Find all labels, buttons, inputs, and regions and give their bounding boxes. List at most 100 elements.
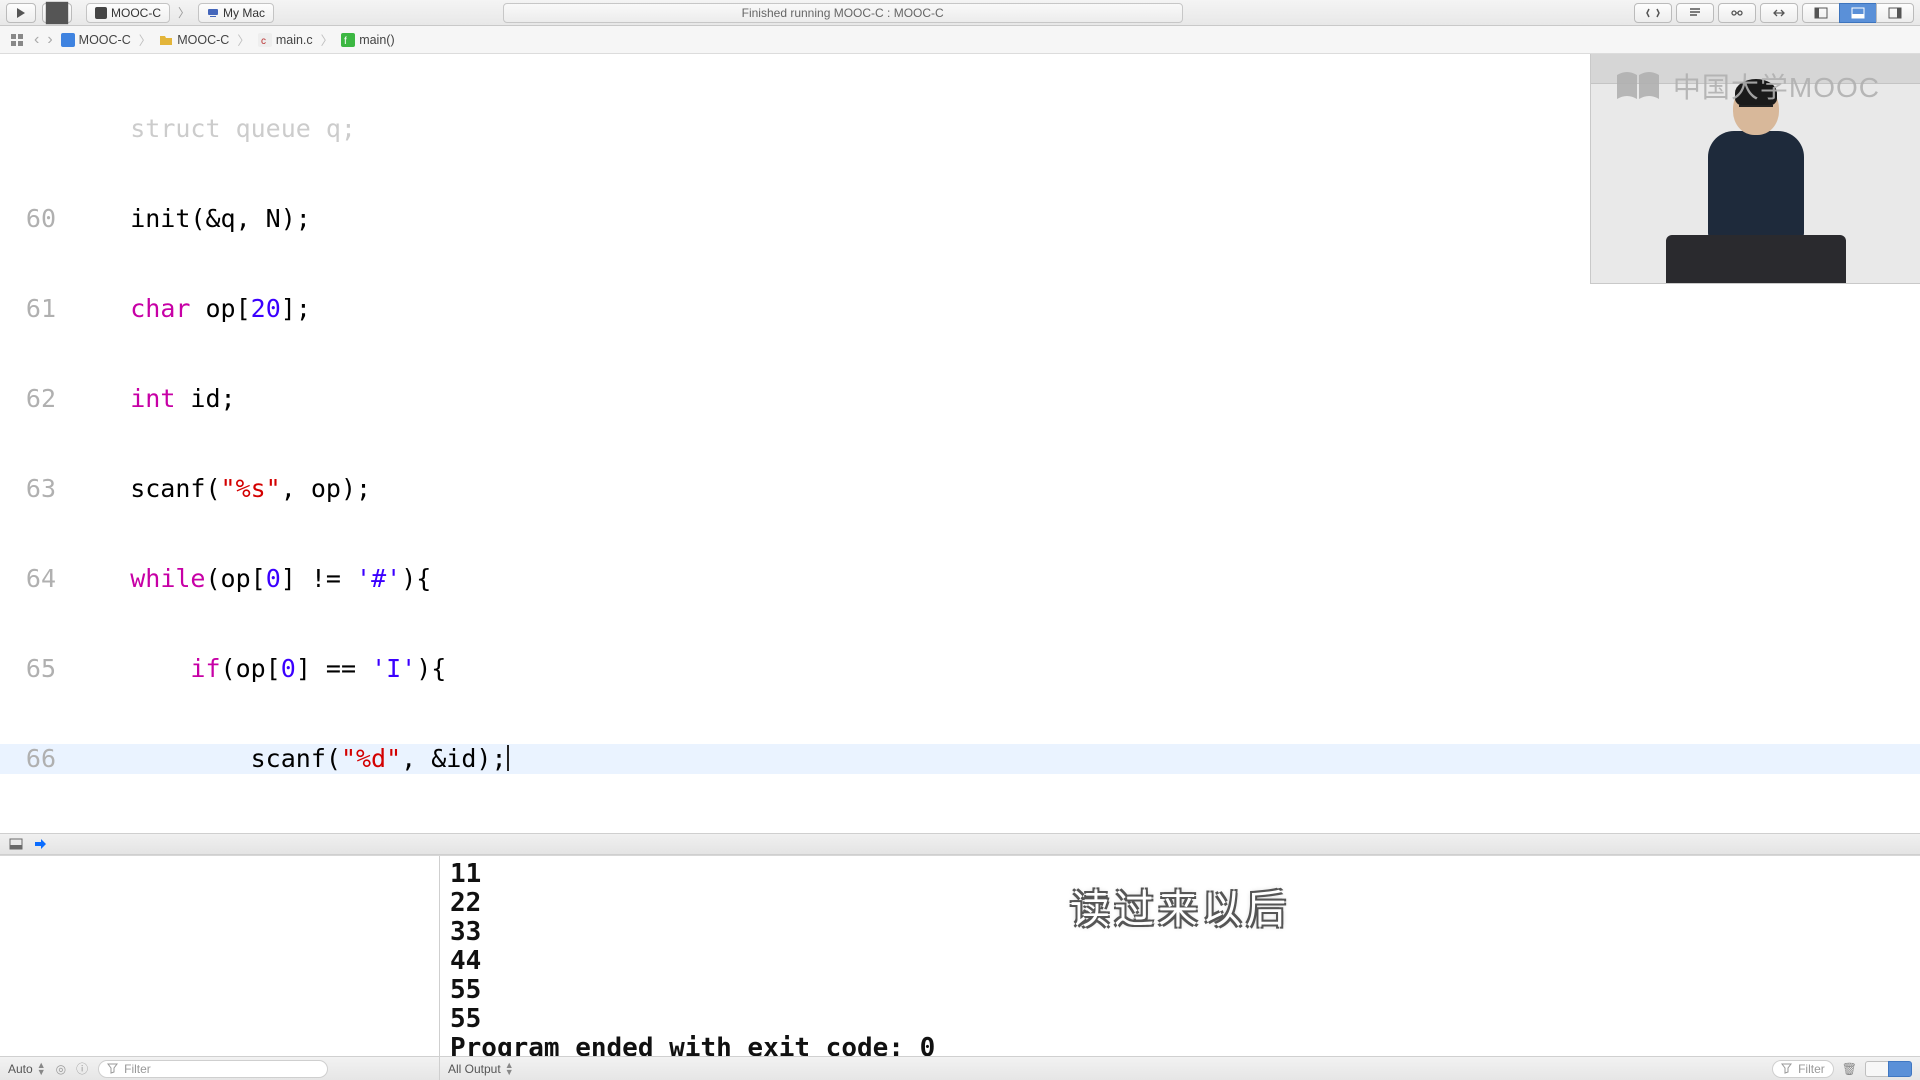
scheme-chevron-icon: 〉 [176,4,192,21]
text-cursor [507,745,509,771]
variables-bottom-bar: Auto ▲▼ ◎ ⓘ Filter [0,1056,439,1080]
back-button[interactable]: ‹ [32,31,41,49]
show-console-button[interactable] [1888,1061,1912,1077]
code-review-button[interactable] [1718,3,1756,23]
toggle-navigator-button[interactable] [1802,3,1840,23]
variables-scope-selector[interactable]: Auto ▲▼ [8,1062,46,1076]
code-text: while [130,564,205,593]
code-text: char [130,294,190,323]
folder-icon [159,33,173,47]
code-snippets-button[interactable] [1634,3,1672,23]
console-line: 55 [450,1005,1910,1034]
chevron-right-icon: 〉 [137,30,154,49]
code-text: "%d" [341,744,401,773]
mac-icon [207,7,219,19]
show-vars-button[interactable] [1865,1061,1889,1077]
chevron-right-icon: 〉 [235,30,252,49]
code-text: , &id); [401,744,506,773]
code-text: ] == [296,654,371,683]
code-text: 0 [281,654,296,683]
debug-toolbar [0,833,1920,855]
filter-placeholder: Filter [124,1062,151,1076]
stop-button[interactable] [42,3,72,23]
console-line: 22 [450,889,1910,918]
console-line: 11 [450,860,1910,889]
code-text: struct queue q; [130,114,356,143]
continue-button[interactable] [32,836,48,852]
svg-text:c: c [261,36,266,47]
code-text: id; [175,384,235,413]
filter-icon [107,1063,118,1074]
debug-area: Auto ▲▼ ◎ ⓘ Filter 11 22 33 44 55 55 Pro… [0,855,1920,1080]
breadcrumb-label: main() [359,33,394,47]
code-editor[interactable]: 中国大学MOOC struct queue q; 60 init(&q, N);… [0,54,1920,833]
watermark: 中国大学MOOC [1615,66,1880,106]
code-text: scanf( [70,744,341,773]
breadcrumb-file[interactable]: c main.c [256,33,315,47]
scheme-label: MOOC-C [111,6,161,20]
console-output[interactable]: 11 22 33 44 55 55 Program ended with exi… [440,856,1920,1056]
hide-debug-button[interactable] [8,836,24,852]
variables-filter[interactable]: Filter [98,1060,328,1078]
code-text: (op[ [221,654,281,683]
standard-editor-button[interactable] [1676,3,1714,23]
related-items-button[interactable] [6,30,28,50]
variables-pane[interactable]: Auto ▲▼ ◎ ⓘ Filter [0,856,440,1080]
console-pane: 11 22 33 44 55 55 Program ended with exi… [440,856,1920,1080]
output-scope-selector[interactable]: All Output ▲▼ [448,1062,514,1076]
watermark-text: 中国大学MOOC [1673,66,1880,106]
c-file-icon: c [258,33,272,47]
console-line: 55 [450,976,1910,1005]
code-text: 'I' [371,654,416,683]
code-text: ){ [401,564,431,593]
console-line: 44 [450,947,1910,976]
code-text: ] != [281,564,356,593]
code-text: 20 [251,294,281,323]
code-text: (op[ [205,564,265,593]
forward-button[interactable]: › [45,31,54,49]
breadcrumb-function[interactable]: f main() [339,33,396,47]
version-editor-button[interactable] [1760,3,1798,23]
breadcrumb-label: MOOC-C [177,33,229,47]
code-text: int [130,384,175,413]
toggle-debug-area-button[interactable] [1839,3,1877,23]
destination-selector[interactable]: My Mac [198,3,274,23]
info-icon[interactable]: ⓘ [76,1060,88,1077]
svg-text:f: f [344,36,347,47]
chevron-right-icon: 〉 [319,30,336,49]
filter-icon [1781,1063,1792,1074]
console-line: 33 [450,918,1910,947]
trash-icon[interactable]: 🗑 [1842,1062,1857,1076]
updown-icon: ▲▼ [37,1062,46,1076]
jump-bar: ‹ › MOOC-C 〉 MOOC-C 〉 c main.c 〉 f main(… [0,26,1920,54]
pane-toggle[interactable] [1865,1061,1912,1077]
app-icon [95,7,107,19]
breadcrumb-project[interactable]: MOOC-C [59,33,133,47]
breadcrumb-label: MOOC-C [79,33,131,47]
scheme-selector[interactable]: MOOC-C [86,3,170,23]
filter-placeholder: Filter [1798,1062,1825,1076]
code-text: , op); [281,474,371,503]
top-toolbar: MOOC-C 〉 My Mac Finished running MOOC-C … [0,0,1920,26]
destination-label: My Mac [223,6,265,20]
quicklook-icon[interactable]: ◎ [56,1062,66,1076]
scope-label: All Output [448,1062,501,1076]
code-text: op[ [190,294,250,323]
project-icon [61,33,75,47]
toggle-inspector-button[interactable] [1876,3,1914,23]
activity-status: Finished running MOOC-C : MOOC-C [503,3,1183,23]
updown-icon: ▲▼ [505,1062,514,1076]
code-text: ){ [416,654,446,683]
breadcrumb-label: main.c [276,33,313,47]
code-text: if [190,654,220,683]
code-text: scanf( [70,474,221,503]
breadcrumb-folder[interactable]: MOOC-C [157,33,231,47]
code-text: "%s" [221,474,281,503]
console-bottom-bar: All Output ▲▼ Filter 🗑 [440,1056,1920,1080]
code-text: 0 [266,564,281,593]
status-text: Finished running MOOC-C : MOOC-C [742,6,944,20]
run-button[interactable] [6,3,36,23]
book-icon [1615,69,1661,103]
console-filter[interactable]: Filter [1772,1060,1834,1078]
code-text: init(&q, N); [70,204,311,233]
